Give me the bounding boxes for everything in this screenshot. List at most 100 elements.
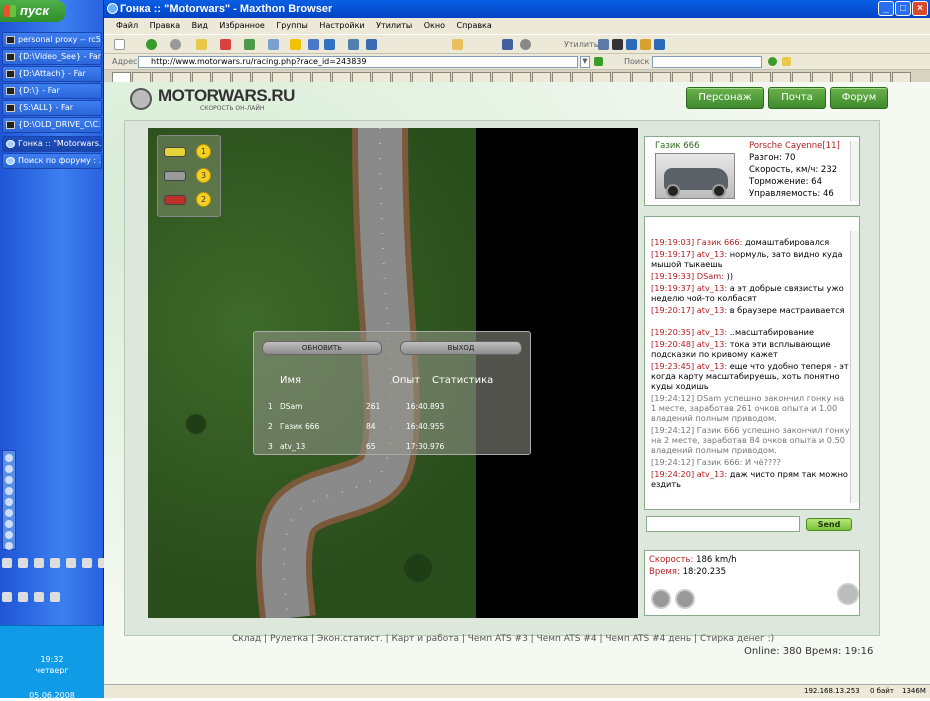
- menu-edit[interactable]: Правка: [150, 21, 180, 30]
- tool-icon[interactable]: [502, 39, 513, 50]
- search-input[interactable]: [652, 56, 762, 68]
- clock-date: 05.06.2008: [29, 691, 75, 700]
- minimize-button[interactable]: _: [878, 1, 894, 16]
- chat-message: [19:20:35] atv_13: ..масштабирование: [651, 327, 815, 337]
- taskbar-item-label: {S:\ALL} - Far: [18, 103, 74, 112]
- exit-button[interactable]: ВЫХОД: [400, 341, 522, 355]
- tray-icon[interactable]: [34, 558, 44, 568]
- start-button[interactable]: пуск: [0, 0, 66, 22]
- address-dropdown-icon[interactable]: ▼: [580, 56, 590, 68]
- go-icon[interactable]: [594, 57, 603, 66]
- menu-window[interactable]: Окно: [424, 21, 445, 30]
- taskbar-item-active[interactable]: Гонка :: "Motorwars...: [2, 136, 102, 152]
- tray-icon[interactable]: [50, 558, 60, 568]
- quick-launch-icon[interactable]: [5, 465, 13, 473]
- quick-launch-icon[interactable]: [5, 509, 13, 517]
- chat-input[interactable]: [646, 516, 800, 532]
- taskbar-item[interactable]: {D:\Attach} - Far: [2, 66, 102, 82]
- address-label: Адрес: [112, 57, 138, 66]
- tray-icon[interactable]: [2, 558, 12, 568]
- up-icon[interactable]: [196, 39, 207, 50]
- race-canvas[interactable]: 1 3 2 ОБНОВИТЬ ВЫХОД Имя Опыт Статистика…: [148, 128, 638, 618]
- favorites-star-icon[interactable]: [290, 39, 301, 50]
- quick-launch-icon[interactable]: [5, 542, 13, 550]
- tray-icon[interactable]: [18, 592, 28, 602]
- nav-character-button[interactable]: Персонаж: [686, 87, 764, 109]
- refresh-icon[interactable]: [244, 39, 255, 50]
- address-input[interactable]: http://www.motorwars.ru/racing.php?race_…: [138, 56, 578, 68]
- quick-launch-icon[interactable]: [5, 476, 13, 484]
- tray-icon[interactable]: [34, 592, 44, 602]
- footer-links[interactable]: Склад | Рулетка | Экон.статист. | Карт и…: [232, 634, 852, 644]
- forward-icon[interactable]: [170, 39, 181, 50]
- undo-icon[interactable]: [324, 39, 335, 50]
- chat-scrollbar[interactable]: [850, 231, 859, 503]
- site-logo[interactable]: MOTORWARS.RU СКОРОСТЬ ОН-ЛАЙН: [130, 86, 295, 112]
- tray-icon[interactable]: [18, 558, 28, 568]
- status-ip: 192.168.13.253: [804, 687, 860, 695]
- search-label: Поиск: [624, 57, 650, 66]
- grid-icon[interactable]: [366, 39, 377, 50]
- stop-icon[interactable]: [220, 39, 231, 50]
- tray-icon[interactable]: [66, 558, 76, 568]
- close-button[interactable]: ×: [912, 1, 928, 16]
- menu-help[interactable]: Справка: [457, 21, 492, 30]
- tool-icon[interactable]: [520, 39, 531, 50]
- car-image: [655, 153, 735, 199]
- control-icon[interactable]: [675, 589, 695, 609]
- new-page-icon[interactable]: [114, 39, 125, 50]
- clock-time: 19:32: [40, 655, 64, 664]
- menu-view[interactable]: Вид: [192, 21, 208, 30]
- search-go-icon[interactable]: [768, 57, 777, 66]
- site-header: MOTORWARS.RU СКОРОСТЬ ОН-ЛАЙН Персонаж П…: [130, 82, 900, 118]
- window-icon: [6, 121, 15, 129]
- utility-icon[interactable]: [654, 39, 665, 50]
- window-icon: [6, 70, 15, 78]
- refresh-button[interactable]: ОБНОВИТЬ: [262, 341, 382, 355]
- tray-icon[interactable]: [2, 592, 12, 602]
- menu-file[interactable]: Файл: [116, 21, 138, 30]
- menu-favorites[interactable]: Избранное: [219, 21, 264, 30]
- taskbar-item[interactable]: {D:\} - Far: [2, 83, 102, 99]
- maxthon-icon: [107, 3, 118, 14]
- race-results-panel: ОБНОВИТЬ ВЫХОД Имя Опыт Статистика 1 DSam…: [253, 331, 531, 455]
- tray-icon[interactable]: [50, 592, 60, 602]
- maximize-button[interactable]: □: [895, 1, 911, 16]
- car-owner[interactable]: Газик 666: [655, 141, 700, 151]
- logo-emblem-icon: [130, 88, 152, 110]
- forbidden-icon[interactable]: [837, 583, 859, 605]
- highlight-icon[interactable]: [782, 57, 791, 66]
- quick-launch-icon[interactable]: [5, 498, 13, 506]
- taskbar-item[interactable]: {D:\Video_See} - Far: [2, 49, 102, 65]
- folder-icon[interactable]: [452, 39, 463, 50]
- nav-forum-button[interactable]: Форум: [830, 87, 888, 109]
- windows-logo-icon: [4, 5, 16, 17]
- taskbar-item-label: {D:\Video_See} - Far: [18, 52, 102, 61]
- utility-icon[interactable]: [640, 39, 651, 50]
- menu-utilities[interactable]: Утилиты: [376, 21, 412, 30]
- nav-mail-button[interactable]: Почта: [768, 87, 826, 109]
- nitro-icon[interactable]: [651, 589, 671, 609]
- utility-icon[interactable]: [626, 39, 637, 50]
- quick-launch-icon[interactable]: [5, 454, 13, 462]
- car-panel-scrollbar[interactable]: [850, 141, 859, 201]
- quick-launch-icon[interactable]: [5, 520, 13, 528]
- quick-launch-icon[interactable]: [5, 487, 13, 495]
- quick-launch-icon[interactable]: [5, 531, 13, 539]
- home-icon[interactable]: [268, 39, 279, 50]
- result-pos: 2: [268, 422, 273, 431]
- menu-groups[interactable]: Группы: [276, 21, 307, 30]
- taskbar-item[interactable]: Поиск по форуму : ...: [2, 153, 102, 169]
- history-icon[interactable]: [308, 39, 319, 50]
- menu-settings[interactable]: Настройки: [319, 21, 364, 30]
- layout-icon[interactable]: [348, 39, 359, 50]
- taskbar-item[interactable]: {S:\ALL} - Far: [2, 100, 102, 116]
- back-icon[interactable]: [146, 39, 157, 50]
- send-button[interactable]: Send: [806, 518, 852, 531]
- taskbar-item[interactable]: {D:\OLD_DRIVE_C\C...: [2, 117, 102, 133]
- taskbar-item[interactable]: personal proxy -- rc5...: [2, 32, 102, 48]
- clock-area[interactable]: 19:32 четверг 05.06.2008: [0, 625, 104, 700]
- tray-icon[interactable]: [82, 558, 92, 568]
- utility-icon[interactable]: [598, 39, 609, 50]
- utility-icon[interactable]: [612, 39, 623, 50]
